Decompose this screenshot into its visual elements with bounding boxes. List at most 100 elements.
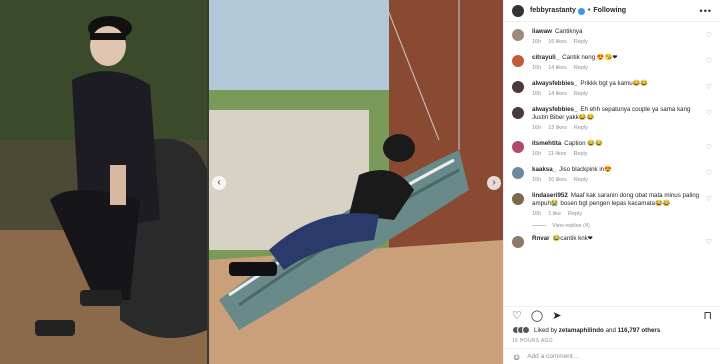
comment-item: kaaksa_ Jiso blackpink in😍 16h 10 likes Repl… xyxy=(512,166,712,183)
avatar[interactable] xyxy=(512,29,524,41)
more-icon[interactable]: ••• xyxy=(700,6,712,16)
comment-username[interactable]: itsmehtita xyxy=(532,140,561,147)
comment-meta: 16h 13 likes Reply xyxy=(532,125,702,131)
avatar[interactable] xyxy=(512,81,524,93)
instagram-post: ‹ › febbyrastanty • Following ••• liawaw… xyxy=(0,0,720,364)
comment-likes[interactable]: 14 likes xyxy=(548,91,567,97)
comment-text: alwaysfebbies_ Prikkk bgt ya kamu😂😂 xyxy=(532,80,649,87)
reply-button[interactable]: Reply xyxy=(568,211,582,217)
comment-username[interactable]: lindaseri952 xyxy=(532,192,568,199)
avatar[interactable] xyxy=(512,107,524,119)
comment-meta: 16h 14 likes Reply xyxy=(532,91,702,97)
comment-username[interactable]: Rnvar xyxy=(532,235,550,242)
avatar[interactable] xyxy=(512,141,524,153)
reply-button[interactable]: Reply xyxy=(574,91,588,97)
post-header: febbyrastanty • Following ••• xyxy=(504,0,720,22)
avatar[interactable] xyxy=(512,167,524,179)
comment-text: lindaseri952 Maaf kak saranin dong obat m… xyxy=(532,192,700,207)
comment-time: 16h xyxy=(532,91,542,97)
reply-button[interactable]: Reply xyxy=(574,39,588,45)
comment-icon[interactable]: ◯ xyxy=(531,309,543,322)
comments-list: liawaw Cantiknya 16h 16 likes Reply ♡ citrayul… xyxy=(504,22,720,306)
comment-likes[interactable]: 14 likes xyxy=(548,65,567,71)
comment-text: liawaw Cantiknya xyxy=(532,28,583,35)
reply-button[interactable]: Reply xyxy=(574,125,588,131)
separator: • xyxy=(587,7,591,14)
comment-item: citrayuli_ Cantik neng 😍😘❤ 16h 14 likes Repl… xyxy=(512,54,712,71)
comment-body: Rnvar 😂cantik knk❤ xyxy=(532,235,702,248)
share-icon[interactable]: ➤ xyxy=(552,309,561,322)
post-sidebar: febbyrastanty • Following ••• liawaw Cant… xyxy=(503,0,720,364)
comment-meta: 16h 11 likes Reply xyxy=(532,151,702,157)
view-replies-button[interactable]: View replies (4) xyxy=(532,223,712,229)
photo-man-on-bull-statue xyxy=(0,0,207,364)
comment-text: kaaksa_ Jiso blackpink in😍 xyxy=(532,166,612,173)
comment-likes[interactable]: 1 like xyxy=(548,211,561,217)
comment-username[interactable]: kaaksa_ xyxy=(532,166,556,173)
comment-time: 16h xyxy=(532,211,542,217)
comment-item: alwaysfebbies_ Eh ehh sepatunya couple ya… xyxy=(512,106,712,131)
add-comment-input[interactable]: Add a comment… xyxy=(527,353,579,360)
heart-icon[interactable]: ♡ xyxy=(706,195,712,217)
heart-icon[interactable]: ♡ xyxy=(706,83,712,97)
comment-likes[interactable]: 10 likes xyxy=(548,177,567,183)
comment-text: citrayuli_ Cantik neng 😍😘❤ xyxy=(532,54,618,61)
reply-button[interactable]: Reply xyxy=(574,177,588,183)
heart-icon[interactable]: ♡ xyxy=(706,109,712,131)
add-comment-bar[interactable]: ☺ Add a comment… xyxy=(504,348,720,364)
arrow-right-icon[interactable]: › xyxy=(487,176,501,190)
comment-username[interactable]: alwaysfebbies_ xyxy=(532,106,577,113)
comment-item: liawaw Cantiknya 16h 16 likes Reply ♡ xyxy=(512,28,712,45)
heart-icon[interactable]: ♡ xyxy=(706,143,712,157)
avatar[interactable] xyxy=(512,236,524,248)
avatar[interactable] xyxy=(512,55,524,67)
comment-item: lindaseri952 Maaf kak saranin dong obat m… xyxy=(512,192,712,217)
comment-meta: 16h 14 likes Reply xyxy=(532,65,702,71)
comment-body: alwaysfebbies_ Eh ehh sepatunya couple ya… xyxy=(532,106,702,131)
liker-avatar xyxy=(522,326,530,334)
post-media: ‹ › xyxy=(0,0,503,364)
reply-button[interactable]: Reply xyxy=(574,65,588,71)
following-button[interactable]: Following xyxy=(593,7,626,14)
photo-woman-in-hammock xyxy=(209,0,503,364)
avatar[interactable] xyxy=(512,4,524,17)
comment-text: itsmehtita Caption 😂😂 xyxy=(532,140,603,147)
heart-icon[interactable]: ♡ xyxy=(706,31,712,45)
comment-likes[interactable]: 11 likes xyxy=(548,151,566,157)
comment-time: 16h xyxy=(532,151,542,157)
comment-meta: 16h 1 like Reply xyxy=(532,211,702,217)
heart-icon[interactable]: ♡ xyxy=(706,57,712,71)
comment-text: Rnvar 😂cantik knk❤ xyxy=(532,235,593,242)
comment-item: itsmehtita Caption 😂😂 16h 11 likes Reply ♡ xyxy=(512,140,712,157)
comment-body: alwaysfebbies_ Prikkk bgt ya kamu😂😂 16h 14 … xyxy=(532,80,702,97)
reply-button[interactable]: Reply xyxy=(573,151,587,157)
comment-username[interactable]: liawaw xyxy=(532,28,552,35)
comment-body: kaaksa_ Jiso blackpink in😍 16h 10 likes Repl… xyxy=(532,166,702,183)
comment-likes[interactable]: 16 likes xyxy=(548,39,567,45)
avatar[interactable] xyxy=(512,193,524,205)
comment-likes[interactable]: 13 likes xyxy=(548,125,567,131)
emoji-icon[interactable]: ☺ xyxy=(512,352,521,362)
comment-body: itsmehtita Caption 😂😂 16h 11 likes Reply xyxy=(532,140,702,157)
comment-time: 16h xyxy=(532,39,542,45)
comment-username[interactable]: alwaysfebbies_ xyxy=(532,80,577,87)
action-bar: ♡ ◯ ➤ ⊓ xyxy=(504,306,720,324)
verified-icon xyxy=(577,8,585,15)
heart-icon[interactable]: ♡ xyxy=(706,238,712,248)
comment-text: alwaysfebbies_ Eh ehh sepatunya couple ya… xyxy=(532,106,691,121)
comment-username[interactable]: citrayuli_ xyxy=(532,54,559,61)
comment-meta: 16h 10 likes Reply xyxy=(532,177,702,183)
heart-icon[interactable]: ♡ xyxy=(512,309,522,322)
comment-time: 16h xyxy=(532,65,542,71)
comment-body: citrayuli_ Cantik neng 😍😘❤ 16h 14 likes Repl… xyxy=(532,54,702,71)
comment-body: lindaseri952 Maaf kak saranin dong obat m… xyxy=(532,192,702,217)
likes-summary: Liked by zetamaphilindo and 116,797 othe… xyxy=(504,324,720,336)
comment-body: liawaw Cantiknya 16h 16 likes Reply xyxy=(532,28,702,45)
heart-icon[interactable]: ♡ xyxy=(706,169,712,183)
username[interactable]: febbyrastanty xyxy=(530,7,576,14)
bookmark-icon[interactable]: ⊓ xyxy=(703,309,712,322)
liked-by-text[interactable]: Liked by zetamaphilindo and 116,797 othe… xyxy=(534,327,660,334)
comment-time: 16h xyxy=(532,177,542,183)
comment-meta: 16h 16 likes Reply xyxy=(532,39,702,45)
arrow-left-icon[interactable]: ‹ xyxy=(212,176,226,190)
